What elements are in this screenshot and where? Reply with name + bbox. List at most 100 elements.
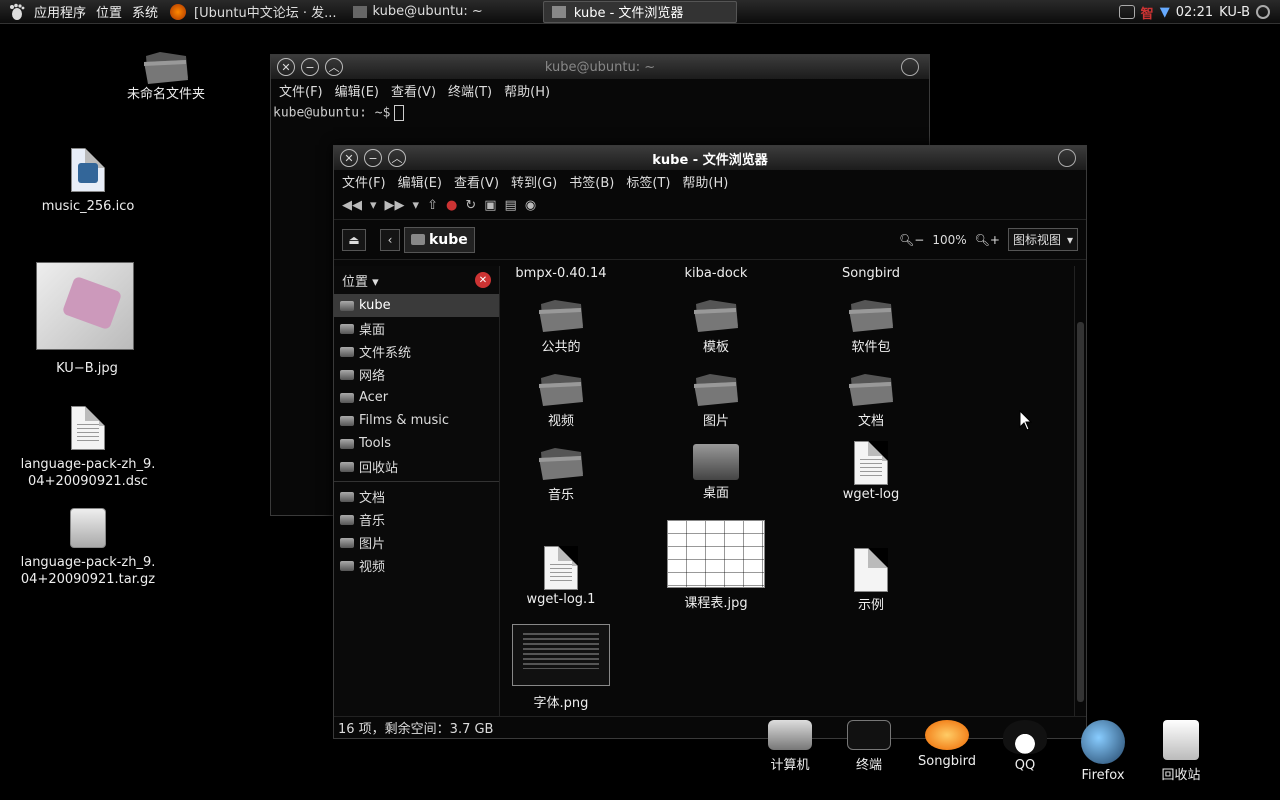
stop-icon[interactable]: ● bbox=[446, 198, 457, 213]
menu-system[interactable]: 系统 bbox=[132, 2, 158, 21]
forward-arrow-icon[interactable]: ▶▶ bbox=[385, 198, 405, 213]
vertical-scrollbar[interactable] bbox=[1074, 266, 1086, 716]
file-item[interactable]: kiba-dock bbox=[661, 266, 771, 281]
path-left-button[interactable]: ‹ bbox=[380, 228, 400, 251]
back-dropdown-icon[interactable]: ▾ bbox=[370, 198, 377, 213]
search-icon[interactable]: ◉ bbox=[525, 198, 536, 213]
clock[interactable]: 02:21 bbox=[1176, 5, 1213, 20]
file-item[interactable]: 桌面 bbox=[661, 444, 771, 501]
file-item[interactable]: 软件包 bbox=[816, 296, 926, 355]
sidebar-bookmark-documents[interactable]: 文档 bbox=[334, 485, 499, 508]
dock-item-computer[interactable]: 计算机 bbox=[755, 720, 825, 773]
task-terminal[interactable]: kube@ubuntu: ~ bbox=[345, 1, 491, 23]
terminal-menu-help[interactable]: 帮助(H) bbox=[504, 81, 550, 100]
file-browser-menu-button[interactable] bbox=[1058, 149, 1076, 167]
scrollbar-thumb[interactable] bbox=[1077, 322, 1084, 702]
terminal-menu-file[interactable]: 文件(F) bbox=[279, 81, 323, 100]
folder-icon bbox=[340, 514, 354, 525]
terminal-titlebar[interactable]: ✕ − ︿ kube@ubuntu: ~ bbox=[271, 55, 929, 79]
view-mode-select[interactable]: 图标视图 ▾ bbox=[1007, 228, 1078, 251]
file-item[interactable]: 音乐 bbox=[506, 444, 616, 503]
file-item[interactable]: 模板 bbox=[661, 296, 771, 355]
dock-item-songbird[interactable]: Songbird bbox=[912, 720, 982, 769]
dock-item-qq[interactable]: QQ bbox=[990, 720, 1060, 773]
terminal-menu-view[interactable]: 查看(V) bbox=[391, 81, 436, 100]
desktop-icon-folder[interactable]: 未命名文件夹 bbox=[120, 48, 212, 103]
computer-icon[interactable]: ▤ bbox=[505, 198, 517, 213]
terminal-menu-edit[interactable]: 编辑(E) bbox=[335, 81, 379, 100]
toggle-location-button[interactable]: ⏏ bbox=[342, 228, 366, 251]
sidebar-type-select[interactable]: 位置 ▾ bbox=[342, 271, 379, 290]
file-item[interactable]: Songbird bbox=[816, 266, 926, 281]
dock-item-trash[interactable]: 回收站 bbox=[1146, 720, 1216, 783]
sidebar-item-acer[interactable]: Acer bbox=[334, 386, 499, 409]
file-item[interactable]: 文档 bbox=[816, 370, 926, 429]
up-arrow-icon[interactable]: ⇧ bbox=[427, 198, 438, 213]
desktop-icon-dsc[interactable]: language-pack-zh_9.04+20090921.dsc bbox=[20, 406, 156, 490]
file-item[interactable]: bmpx-0.40.14 bbox=[506, 266, 616, 281]
sidebar-item-network[interactable]: 网络 bbox=[334, 363, 499, 386]
wireless-icon[interactable]: ▼ bbox=[1160, 5, 1170, 20]
network-icon[interactable] bbox=[1118, 5, 1135, 19]
sidebar-bookmark-videos[interactable]: 视频 bbox=[334, 554, 499, 577]
zoom-in-icon[interactable]: 🔍︎+ bbox=[975, 233, 1000, 247]
sidebar-item-kube[interactable]: kube bbox=[334, 294, 499, 317]
input-method-icon[interactable]: 智 bbox=[1141, 3, 1154, 22]
fb-menu-edit[interactable]: 编辑(E) bbox=[398, 172, 442, 191]
sidebar-item-tools[interactable]: Tools bbox=[334, 432, 499, 455]
user-name[interactable]: KU-B bbox=[1219, 5, 1250, 20]
sidebar-close-icon[interactable]: ✕ bbox=[475, 272, 491, 288]
firefox-launcher-icon[interactable] bbox=[170, 3, 187, 20]
file-item[interactable]: wget-log bbox=[816, 441, 926, 502]
icon-view[interactable]: bmpx-0.40.14 kiba-dock Songbird 公共的 模板 软… bbox=[506, 266, 1074, 716]
fb-menu-bookmarks[interactable]: 书签(B) bbox=[569, 172, 614, 191]
terminal-maximize-button[interactable]: ︿ bbox=[325, 58, 343, 76]
fb-menu-tabs[interactable]: 标签(T) bbox=[626, 172, 670, 191]
desktop-icon-ku-b-jpg[interactable]: KU−B.jpg bbox=[36, 262, 138, 377]
file-item[interactable]: wget-log.1 bbox=[506, 546, 616, 607]
sidebar-bookmark-pictures[interactable]: 图片 bbox=[334, 531, 499, 554]
sidebar-item-filesystem[interactable]: 文件系统 bbox=[334, 340, 499, 363]
terminal-close-button[interactable]: ✕ bbox=[277, 58, 295, 76]
dock-item-firefox[interactable]: Firefox bbox=[1068, 720, 1138, 783]
fb-menu-help[interactable]: 帮助(H) bbox=[682, 172, 728, 191]
file-item[interactable]: 示例 bbox=[816, 548, 926, 613]
fb-menu-view[interactable]: 查看(V) bbox=[454, 172, 499, 191]
file-item[interactable]: 字体.png bbox=[506, 624, 616, 711]
task-file-browser[interactable]: kube - 文件浏览器 bbox=[542, 0, 737, 23]
zoom-out-icon[interactable]: 🔍︎− bbox=[899, 233, 924, 247]
file-item[interactable]: 课程表.jpg bbox=[661, 520, 771, 611]
drive-icon bbox=[340, 415, 354, 426]
sidebar-item-films[interactable]: Films & music bbox=[334, 409, 499, 432]
sidebar-item-trash[interactable]: 回收站 bbox=[334, 455, 499, 478]
shutdown-icon[interactable] bbox=[1256, 5, 1270, 19]
task-firefox[interactable]: [Ubuntu中文论坛 · 发... bbox=[186, 1, 344, 23]
file-browser-maximize-button[interactable]: ︿ bbox=[388, 149, 406, 167]
sidebar-bookmark-music[interactable]: 音乐 bbox=[334, 508, 499, 531]
desktop-icon-music-ico[interactable]: music_256.ico bbox=[40, 148, 136, 215]
terminal-minimize-button[interactable]: − bbox=[301, 58, 319, 76]
back-arrow-icon[interactable]: ◀◀ bbox=[342, 198, 362, 213]
reload-icon[interactable]: ↻ bbox=[465, 198, 476, 213]
dock-item-terminal[interactable]: 终端 bbox=[834, 720, 904, 773]
fb-menu-go[interactable]: 转到(G) bbox=[511, 172, 557, 191]
sidebar-item-desktop[interactable]: 桌面 bbox=[334, 317, 499, 340]
desktop-icon-tar-gz[interactable]: language-pack-zh_9.04+20090921.tar.gz bbox=[20, 508, 156, 588]
file-browser-close-button[interactable]: ✕ bbox=[340, 149, 358, 167]
zoom-level[interactable]: 100% bbox=[932, 233, 966, 247]
file-item[interactable]: 视频 bbox=[506, 370, 616, 429]
gnome-foot-icon[interactable] bbox=[6, 2, 28, 22]
file-item[interactable]: 图片 bbox=[661, 370, 771, 429]
breadcrumb-kube[interactable]: kube bbox=[404, 226, 475, 253]
home-icon[interactable]: ▣ bbox=[484, 198, 496, 213]
file-browser-minimize-button[interactable]: − bbox=[364, 149, 382, 167]
terminal-menu-button[interactable] bbox=[901, 58, 919, 76]
forward-dropdown-icon[interactable]: ▾ bbox=[413, 198, 420, 213]
file-browser-titlebar[interactable]: ✕ − ︿ kube - 文件浏览器 bbox=[334, 146, 1086, 170]
menu-applications[interactable]: 应用程序 bbox=[34, 2, 86, 21]
file-item[interactable]: 公共的 bbox=[506, 296, 616, 355]
menu-places[interactable]: 位置 bbox=[96, 2, 122, 21]
terminal-content[interactable]: kube@ubuntu: ~$ bbox=[271, 101, 929, 125]
fb-menu-file[interactable]: 文件(F) bbox=[342, 172, 386, 191]
terminal-menu-terminal[interactable]: 终端(T) bbox=[448, 81, 492, 100]
